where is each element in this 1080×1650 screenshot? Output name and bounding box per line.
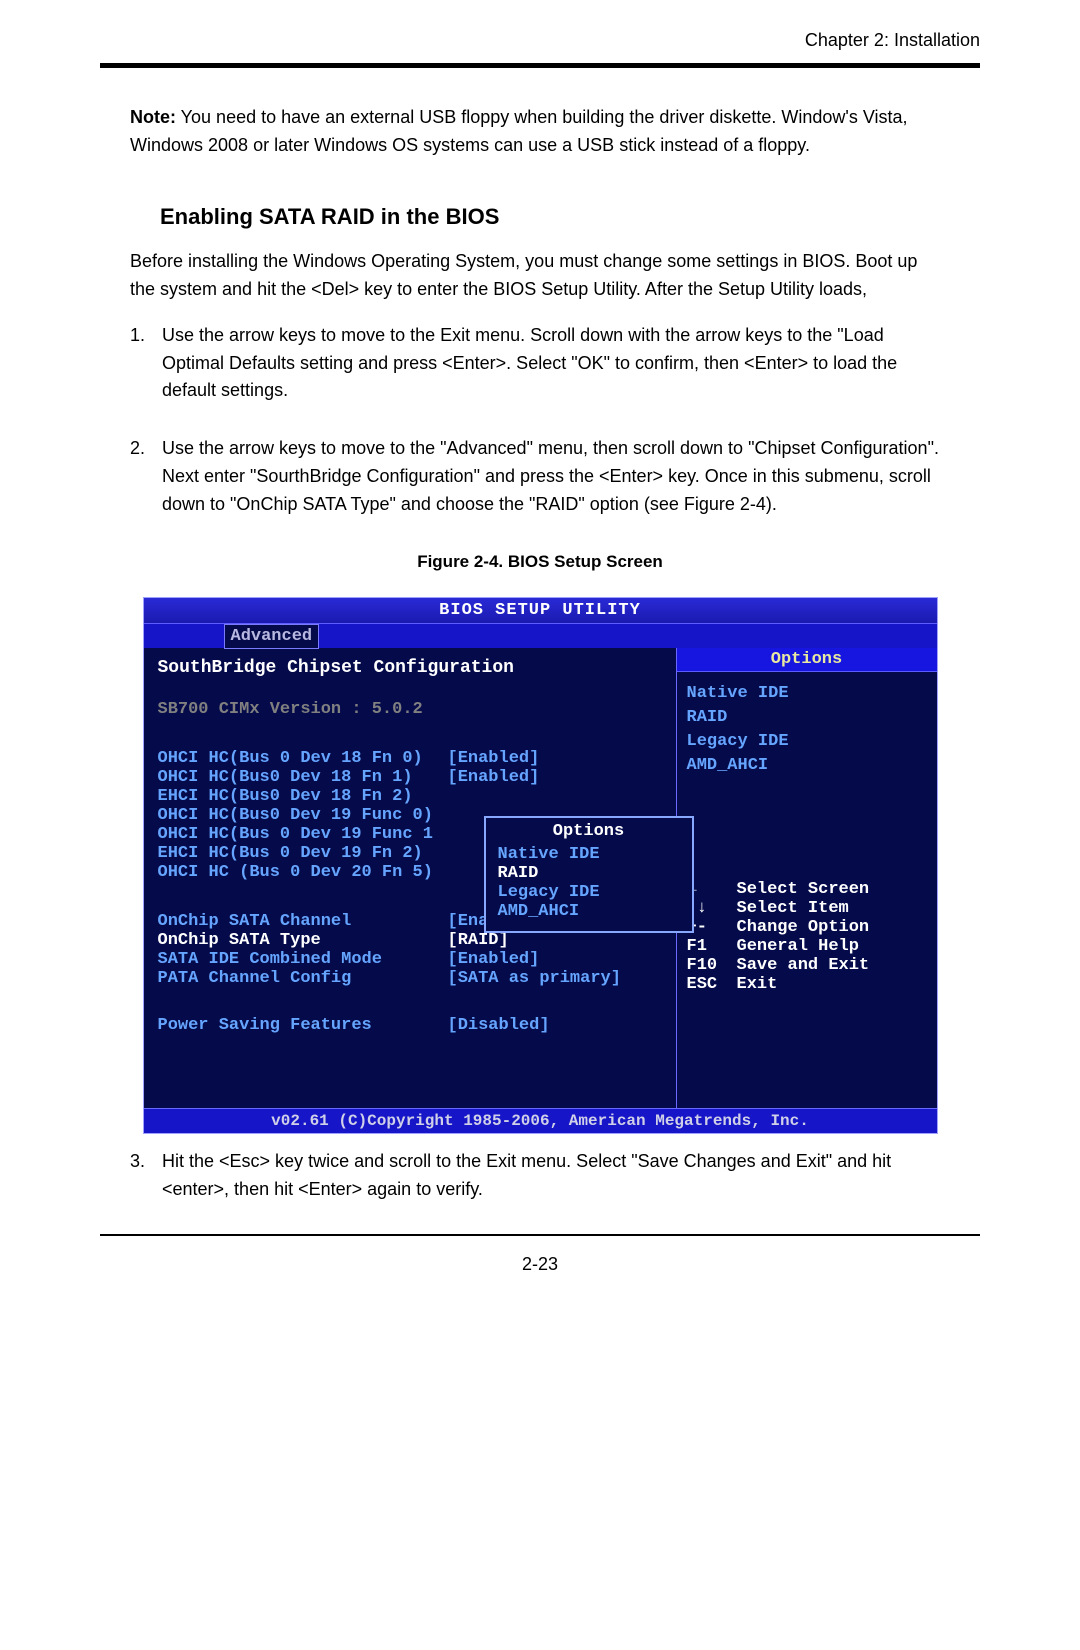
step-number: 1. [130, 322, 162, 406]
bios-item: OHCI HC(Bus 0 Dev 18 Fn 0)[Enabled] [158, 749, 664, 768]
popup-option-selected: RAID [498, 864, 680, 883]
bios-screenshot: BIOS SETUP UTILITY Advanced SouthBridge … [143, 597, 938, 1134]
section-title: Enabling SATA RAID in the BIOS [160, 200, 950, 234]
popup-option: Legacy IDE [498, 883, 680, 902]
popup-title: Options [498, 822, 680, 841]
bios-item: PATA Channel Config[SATA as primary] [158, 969, 664, 988]
figure-caption: Figure 2-4. BIOS Setup Screen [130, 549, 950, 575]
popup-option: AMD_AHCI [498, 902, 680, 921]
bios-version: SB700 CIMx Version : 5.0.2 [158, 700, 664, 719]
bios-item-selected: OnChip SATA Type[RAID] [158, 931, 664, 950]
bios-options-popup: Options Native IDE RAID Legacy IDE AMD_A… [484, 816, 694, 933]
bios-item: SATA IDE Combined Mode[Enabled] [158, 950, 664, 969]
options-header: Options [677, 648, 937, 672]
option-item: RAID [687, 706, 927, 730]
note-label: Note: [130, 107, 176, 127]
note-paragraph: Note: You need to have an external USB f… [130, 104, 950, 160]
bios-item: OHCI HC(Bus0 Dev 18 Fn 1)[Enabled] [158, 768, 664, 787]
chapter-header: Chapter 2: Installation [100, 20, 980, 63]
step-number: 3. [130, 1148, 162, 1204]
note-text: You need to have an external USB floppy … [130, 107, 908, 155]
bios-tab-advanced: Advanced [224, 624, 320, 649]
step-text: Use the arrow keys to move to the Exit m… [162, 322, 950, 406]
bios-title: BIOS SETUP UTILITY [144, 598, 937, 624]
option-item: Legacy IDE [687, 730, 927, 754]
section-intro: Before installing the Windows Operating … [130, 248, 950, 304]
step-text: Hit the <Esc> key twice and scroll to th… [162, 1148, 950, 1204]
bios-tab-bar: Advanced [144, 624, 937, 648]
popup-option: Native IDE [498, 845, 680, 864]
bios-nav-hints: ←Select Screen ↑↓Select Item +-Change Op… [687, 880, 927, 994]
page-number: 2-23 [100, 1254, 980, 1275]
option-item: AMD_AHCI [687, 754, 927, 778]
bios-item: EHCI HC(Bus0 Dev 18 Fn 2) [158, 787, 664, 806]
bios-subtitle: SouthBridge Chipset Configuration [158, 658, 664, 678]
bios-right-pane: Options Native IDE RAID Legacy IDE AMD_A… [677, 648, 937, 1108]
bios-footer: v02.61 (C)Copyright 1985-2006, American … [144, 1108, 937, 1133]
option-item: Native IDE [687, 682, 927, 706]
step-3: 3. Hit the <Esc> key twice and scroll to… [130, 1148, 950, 1204]
step-2: 2. Use the arrow keys to move to the "Ad… [130, 435, 950, 519]
bios-item: Power Saving Features[Disabled] [158, 1016, 664, 1035]
bottom-rule [100, 1234, 980, 1236]
step-1: 1. Use the arrow keys to move to the Exi… [130, 322, 950, 406]
step-number: 2. [130, 435, 162, 519]
bios-left-pane: SouthBridge Chipset Configuration SB700 … [144, 648, 677, 1108]
step-text: Use the arrow keys to move to the "Advan… [162, 435, 950, 519]
